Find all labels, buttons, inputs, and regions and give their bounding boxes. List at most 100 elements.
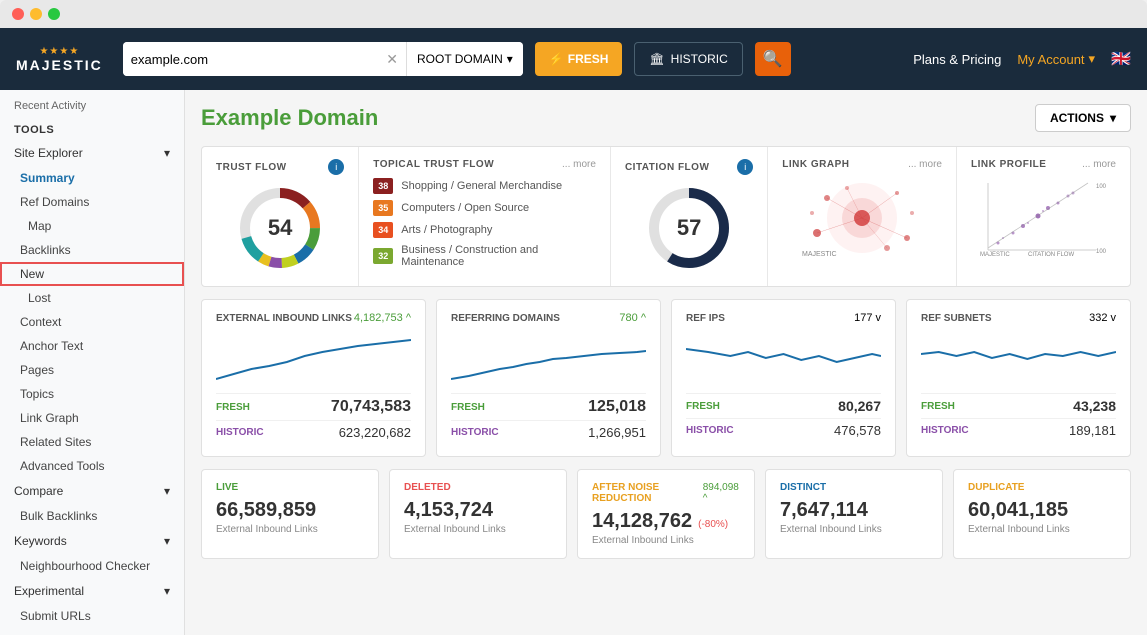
external-inbound-historic-value: 623,220,682 — [339, 425, 411, 440]
ttf-item-2: 35 Computers / Open Source — [373, 200, 596, 216]
distinct-value: 7,647,114 — [780, 499, 928, 522]
sidebar-item-ref-domains[interactable]: Ref Domains — [0, 190, 184, 214]
trust-flow-chart: 54 — [216, 183, 344, 273]
external-inbound-historic-label: HISTORIC — [216, 427, 264, 438]
ref-ips-historic-value: 476,578 — [834, 423, 881, 438]
header-right: Plans & Pricing My Account ▾ 🇬🇧 — [913, 49, 1131, 69]
search-icon: 🔍 — [763, 49, 783, 69]
noise-reduction-label: AFTER NOISE REDUCTION — [592, 482, 703, 504]
chevron-down-icon: ▾ — [164, 146, 170, 160]
close-dot[interactable] — [12, 8, 24, 20]
live-sub: External Inbound Links — [216, 524, 364, 535]
sidebar-item-context[interactable]: Context — [0, 310, 184, 334]
logo-text: MAJESTIC — [16, 57, 103, 73]
sidebar-item-link-graph[interactable]: Link Graph — [0, 406, 184, 430]
noise-reduction-card: AFTER NOISE REDUCTION 894,098 ^ 14,128,7… — [577, 469, 755, 559]
topical-trust-flow-label: TOPICAL TRUST FLOW — [373, 159, 494, 170]
search-bar: ✕ ROOT DOMAIN ▾ — [123, 42, 523, 76]
trust-flow-value: 54 — [268, 215, 292, 241]
trust-flow-label: TRUST FLOW — [216, 162, 287, 173]
sidebar-item-site-explorer[interactable]: Site Explorer ▾ — [0, 140, 184, 166]
account-button[interactable]: My Account ▾ — [1017, 51, 1095, 67]
search-button[interactable]: 🔍 — [755, 42, 791, 76]
ttf-item-1: 38 Shopping / General Merchandise — [373, 178, 596, 194]
svg-text:100: 100 — [1096, 184, 1107, 190]
ttf-badge-2: 35 — [373, 200, 393, 216]
sidebar-item-lost[interactable]: Lost — [0, 286, 184, 310]
svg-text:MAJESTIC: MAJESTIC — [802, 251, 837, 258]
link-profile-visual: MAJESTIC CITATION FLOW TRUST FLOW 100 10… — [971, 178, 1116, 258]
noise-reduction-change: 894,098 ^ — [703, 482, 740, 504]
duplicate-sub: External Inbound Links — [968, 524, 1116, 535]
external-inbound-fresh-value: 70,743,583 — [331, 398, 411, 416]
sidebar-item-new[interactable]: New — [0, 262, 184, 286]
main-content: Example Domain ACTIONS ▾ TRUST FLOW i — [185, 90, 1147, 635]
ref-subnets-card: REF SUBNETS 332 v FRESH 43,238 HISTORIC … — [906, 299, 1131, 457]
deleted-value: 4,153,724 — [404, 499, 552, 522]
plans-pricing-link[interactable]: Plans & Pricing — [913, 52, 1001, 67]
link-graph-more-link[interactable]: ... more — [908, 159, 942, 170]
sidebar-item-submit-urls[interactable]: Submit URLs — [0, 604, 184, 628]
external-inbound-change: 4,182,753 ^ — [354, 312, 411, 324]
ttf-text-2: Computers / Open Source — [401, 202, 529, 214]
minimize-dot[interactable] — [30, 8, 42, 20]
sidebar-item-keywords[interactable]: Keywords ▾ — [0, 528, 184, 554]
topical-trust-flow-card: TOPICAL TRUST FLOW ... more 38 Shopping … — [359, 147, 611, 286]
sidebar-item-custom-reports[interactable]: Custom Reports — [0, 628, 184, 635]
search-input[interactable] — [123, 42, 378, 76]
trust-flow-info-icon[interactable]: i — [328, 159, 344, 175]
citation-flow-info-icon[interactable]: i — [737, 159, 753, 175]
sidebar-item-advanced-tools[interactable]: Advanced Tools — [0, 454, 184, 478]
live-card: LIVE 66,589,859 External Inbound Links — [201, 469, 379, 559]
bottom-row: LIVE 66,589,859 External Inbound Links D… — [201, 469, 1131, 559]
root-domain-dropdown[interactable]: ROOT DOMAIN ▾ — [406, 42, 523, 76]
actions-button[interactable]: ACTIONS ▾ — [1035, 104, 1131, 132]
expand-dot[interactable] — [48, 8, 60, 20]
referring-domains-change: 780 ^ — [619, 312, 646, 324]
logo-stars: ★★★★ — [39, 46, 79, 57]
duplicate-value: 60,041,185 — [968, 499, 1116, 522]
distinct-card: DISTINCT 7,647,114 External Inbound Link… — [765, 469, 943, 559]
sidebar-item-related-sites[interactable]: Related Sites — [0, 430, 184, 454]
flag-icon[interactable]: 🇬🇧 — [1111, 49, 1131, 69]
sidebar-item-map[interactable]: Map — [0, 214, 184, 238]
ref-subnets-fresh-value: 43,238 — [1073, 398, 1116, 414]
link-graph-card: LINK GRAPH ... more — [768, 147, 957, 286]
distinct-sub: External Inbound Links — [780, 524, 928, 535]
metrics-row: TRUST FLOW i — [201, 146, 1131, 287]
link-profile-label: LINK PROFILE — [971, 159, 1046, 170]
ttf-text-1: Shopping / General Merchandise — [401, 180, 562, 192]
trust-flow-donut: 54 — [235, 183, 325, 273]
noise-reduction-sub: External Inbound Links — [592, 535, 740, 546]
svg-text:MAJESTIC: MAJESTIC — [980, 252, 1010, 258]
sidebar-item-anchor-text[interactable]: Anchor Text — [0, 334, 184, 358]
svg-text:CITATION FLOW: CITATION FLOW — [1028, 252, 1074, 258]
search-clear-icon[interactable]: ✕ — [378, 51, 406, 68]
ref-ips-fresh-label: FRESH — [686, 401, 720, 412]
sidebar-item-compare[interactable]: Compare ▾ — [0, 478, 184, 504]
ref-subnets-fresh-label: FRESH — [921, 401, 955, 412]
chevron-down-icon: ▾ — [1110, 111, 1116, 125]
sidebar-item-summary[interactable]: Summary — [0, 166, 184, 190]
header: ★★★★ MAJESTIC ✕ ROOT DOMAIN ▾ ⚡ FRESH 🏛 … — [0, 28, 1147, 90]
ref-subnets-change: 332 v — [1089, 312, 1116, 324]
bolt-icon: ⚡ — [549, 52, 564, 66]
ref-subnets-label: REF SUBNETS — [921, 313, 992, 324]
sidebar-item-topics[interactable]: Topics — [0, 382, 184, 406]
ttf-badge-3: 34 — [373, 222, 393, 238]
sidebar-item-experimental[interactable]: Experimental ▾ — [0, 578, 184, 604]
recent-activity-label: Recent Activity — [0, 90, 184, 116]
ttf-list: 38 Shopping / General Merchandise 35 Com… — [373, 178, 596, 268]
link-profile-card: LINK PROFILE ... more MAJESTIC CITATION … — [957, 147, 1130, 286]
link-profile-more-link[interactable]: ... more — [1082, 159, 1116, 170]
sidebar-item-pages[interactable]: Pages — [0, 358, 184, 382]
sidebar-item-backlinks[interactable]: Backlinks — [0, 238, 184, 262]
fresh-button[interactable]: ⚡ FRESH — [535, 42, 623, 76]
sidebar-item-neighbourhood-checker[interactable]: Neighbourhood Checker — [0, 554, 184, 578]
sidebar-item-bulk-backlinks[interactable]: Bulk Backlinks — [0, 504, 184, 528]
citation-flow-value: 57 — [677, 215, 701, 241]
topical-trust-flow-more-link[interactable]: ... more — [562, 159, 596, 170]
distinct-label: DISTINCT — [780, 482, 928, 493]
page-title: Example Domain — [201, 105, 378, 131]
historic-button[interactable]: 🏛 HISTORIC — [634, 42, 742, 76]
